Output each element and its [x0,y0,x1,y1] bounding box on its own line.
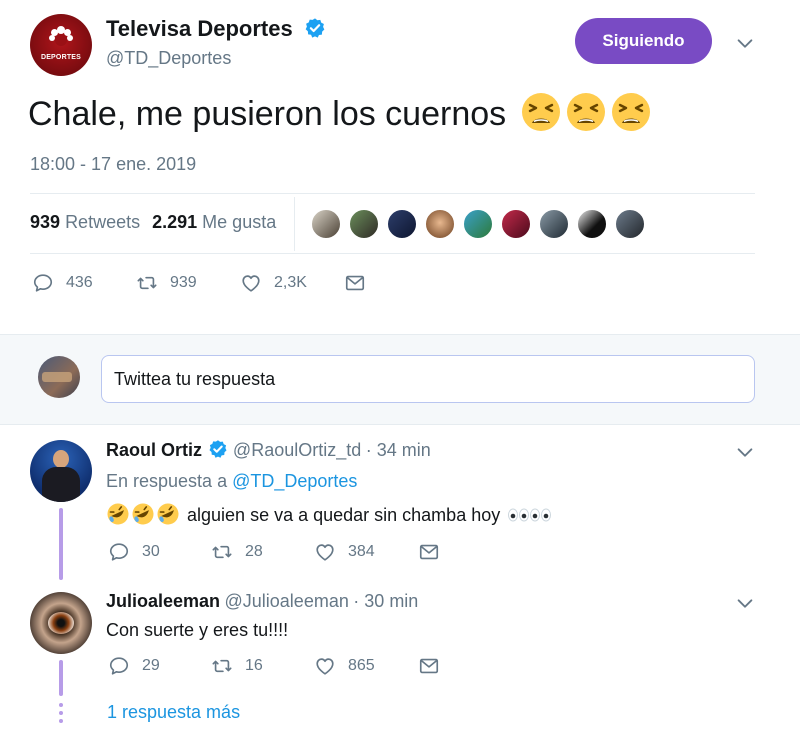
like-button[interactable]: 865 [314,655,375,677]
chevron-down-icon[interactable] [734,593,756,615]
retweets-stat[interactable]: 939 Retweets [30,212,140,232]
liker-avatar[interactable] [538,208,570,240]
reply-time[interactable]: · 34 min [366,440,431,460]
thread-line [59,508,63,580]
thread-dot [59,703,63,707]
televisa-logo-icon [49,26,73,50]
retweet-icon [137,276,157,290]
author-name[interactable]: Televisa Deportes [106,16,326,42]
current-user-avatar[interactable] [38,356,80,398]
retweet-button[interactable]: 939 [136,272,197,294]
retweet-count: 16 [245,657,263,674]
retweet-icon [212,545,232,559]
liker-avatar[interactable] [310,208,342,240]
following-button[interactable]: Siguiendo [575,18,712,64]
in-reply-to-label: En respuesta a [106,471,228,491]
like-button[interactable]: 2,3K [240,272,307,294]
direct-message-button[interactable] [418,655,452,677]
stats-divider [294,197,295,251]
julioaleeman-avatar[interactable] [30,592,92,654]
liker-avatar[interactable] [424,208,456,240]
tired-face-emoji-icon [521,93,560,131]
thread-dot [59,719,63,723]
heart-icon [316,658,334,675]
reply-input[interactable] [101,355,755,403]
in-reply-to-link[interactable]: @TD_Deportes [232,471,357,491]
reply-icon [33,274,53,292]
rofl-emoji-icon [107,503,179,525]
like-count: 865 [348,657,375,674]
eyes-emoji-icon [508,508,552,522]
reply-text: Con suerte y eres tu!!!! [106,620,289,640]
reply-author-name[interactable]: Raoul Ortiz [106,440,202,460]
reply-count: 29 [142,657,160,674]
reply-count: 30 [142,543,160,560]
like-count: 384 [348,543,375,560]
tired-face-emoji-icon [566,93,605,131]
chevron-down-icon[interactable] [734,442,756,464]
thread-line [59,660,63,696]
thread-dot [59,711,63,715]
reply-author-name[interactable]: Julioaleeman [106,591,220,611]
tweet-stats: 939 Retweets 2.291 Me gusta [30,212,276,233]
direct-message-button[interactable] [418,541,452,563]
liker-avatar[interactable] [462,208,494,240]
likes-count: 2.291 [152,212,198,232]
heart-icon [242,275,260,292]
raoul-ortiz-avatar[interactable] [30,440,92,502]
divider [30,253,755,254]
retweet-icon [212,659,232,673]
in-reply-to: En respuesta a @TD_Deportes [106,471,357,492]
likers-avatars [310,208,652,240]
reply-icon [109,657,129,675]
reply-count: 436 [66,274,93,291]
reply-header: Raoul Ortiz @RaoulOrtiz_td · 34 min [106,439,431,461]
liker-avatar[interactable] [386,208,418,240]
verified-badge-icon [305,18,325,38]
reply-author-handle[interactable]: @RaoulOrtiz_td [233,440,361,460]
envelope-icon [419,658,439,674]
reply-icon [109,543,129,561]
tweet-text-content: Chale, me pusieron los cuernos [28,95,507,133]
heart-icon [316,544,334,561]
tweet-timestamp[interactable]: 18:00 - 17 ene. 2019 [30,154,196,175]
retweets-label: Retweets [65,212,141,232]
liker-avatar[interactable] [614,208,646,240]
likes-label: Me gusta [202,212,277,232]
envelope-icon [345,275,365,291]
envelope-icon [419,544,439,560]
reply-text: alguien se va a quedar sin chamba hoy [106,502,552,526]
author-handle[interactable]: @TD_Deportes [106,48,231,69]
liker-avatar[interactable] [576,208,608,240]
retweet-button[interactable]: 16 [211,655,263,677]
tired-face-emoji-icon [611,93,650,131]
like-count: 2,3K [274,274,307,291]
reply-button[interactable]: 30 [108,541,160,563]
liker-avatar[interactable] [500,208,532,240]
televisa-deportes-avatar[interactable]: DEPORTES [30,14,92,76]
more-replies-link[interactable]: 1 respuesta más [107,702,240,723]
direct-message-button[interactable] [344,272,378,294]
logo-text: DEPORTES [40,54,82,61]
chevron-down-icon[interactable] [734,33,756,55]
reply-text-content: alguien se va a quedar sin chamba hoy [187,505,501,525]
reply-header: Julioaleeman @Julioaleeman · 30 min [106,591,418,612]
retweets-count: 939 [30,212,61,232]
divider [30,193,755,194]
retweet-count: 939 [170,274,197,291]
author-name-text: Televisa Deportes [106,16,293,41]
reply-author-handle[interactable]: @Julioaleeman [225,591,349,611]
retweet-count: 28 [245,543,263,560]
reply-button[interactable]: 436 [32,272,93,294]
like-button[interactable]: 384 [314,541,375,563]
tweet-text: Chale, me pusieron los cuernos [28,92,651,134]
retweet-button[interactable]: 28 [211,541,263,563]
liker-avatar[interactable] [348,208,380,240]
reply-time[interactable]: · 30 min [353,591,418,611]
reply-button[interactable]: 29 [108,655,160,677]
likes-stat[interactable]: 2.291 Me gusta [152,212,276,232]
verified-badge-icon [209,440,227,458]
